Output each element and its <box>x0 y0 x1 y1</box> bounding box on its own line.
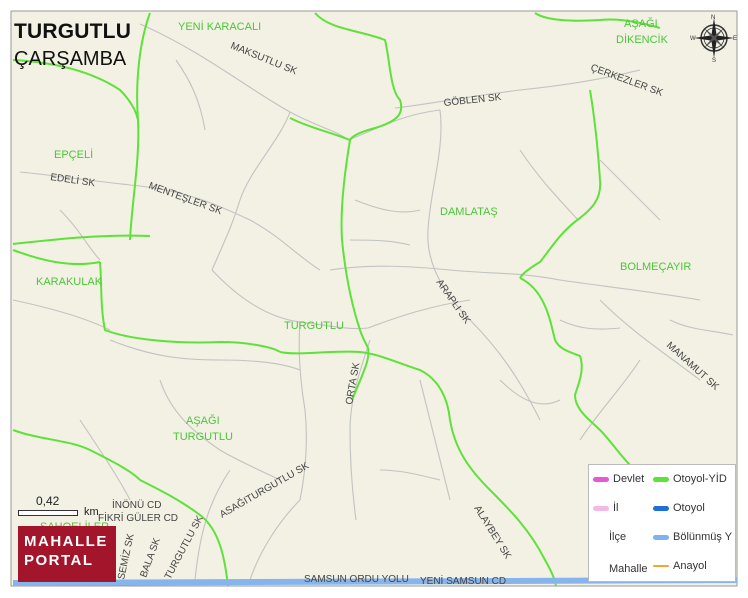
scale-unit: km <box>84 506 99 518</box>
compass-e: E <box>733 36 737 42</box>
map-legend: Devlet Otoyol-YİD İl Otoyol İlçe Bölünmü… <box>588 464 736 582</box>
neighborhood-label: DAMLATAŞ <box>440 206 498 218</box>
page-subtitle: ÇARŞAMBA <box>14 48 127 70</box>
legend-item-mahalle: Mahalle <box>609 563 648 575</box>
legend-label: Otoyol-YİD <box>673 473 727 485</box>
mahalle-portal-logo[interactable]: MAHALLE PORTAL <box>18 526 116 582</box>
neighborhood-label: YENİ KARACALI <box>178 20 261 33</box>
scale-bar: 0,42 km <box>18 494 118 524</box>
legend-item-anayol: Anayol <box>653 560 707 572</box>
compass-w: W <box>690 36 696 42</box>
legend-label: Otoyol <box>673 502 705 514</box>
legend-item-bolunmus-yol: Bölünmüş Y <box>653 531 732 543</box>
compass-n: N <box>711 15 715 21</box>
neighborhood-label: AŞAĞI <box>624 17 658 30</box>
legend-swatch <box>593 505 609 511</box>
logo-line-1: MAHALLE <box>24 533 108 550</box>
legend-label: Bölünmüş Y <box>673 531 733 543</box>
legend-swatch <box>653 534 669 540</box>
legend-swatch <box>593 476 609 482</box>
legend-label: Anayol <box>673 560 707 572</box>
legend-item-devlet: Devlet <box>593 473 644 485</box>
legend-item-ilce: İlçe <box>609 531 626 543</box>
page-title: TURGUTLU <box>14 20 132 43</box>
legend-label: Devlet <box>613 473 645 485</box>
street-label: İNÖNÜ CD <box>112 498 161 511</box>
street-label: SAMSUN ORDU YOLU <box>304 574 409 585</box>
scale-bar-graphic <box>18 510 78 516</box>
legend-label: İlçe <box>609 531 627 543</box>
compass-rose-icon: N E S W <box>690 15 737 62</box>
legend-item-otoyol-yid: Otoyol-YİD <box>653 473 727 485</box>
scale-value: 0,42 <box>36 494 60 508</box>
legend-swatch <box>653 476 669 482</box>
logo-line-2: PORTAL <box>24 552 94 569</box>
neighborhood-label: AŞAĞI <box>186 414 220 427</box>
legend-label: İl <box>613 502 619 514</box>
legend-item-otoyol: Otoyol <box>653 502 705 514</box>
neighborhood-label: DİKENCİK <box>616 33 669 46</box>
neighborhood-label: KARAKULAK <box>36 276 103 288</box>
legend-swatch <box>653 505 669 511</box>
neighborhood-label: TURGUTLU <box>284 320 344 332</box>
legend-swatch <box>653 565 669 567</box>
compass-s: S <box>712 58 716 62</box>
neighborhood-label: BOLMEÇAYIR <box>620 261 691 273</box>
legend-label: Mahalle <box>609 563 648 575</box>
neighborhood-label: TURGUTLU <box>173 431 233 443</box>
street-label: YENİ SAMSUN CD <box>420 574 506 587</box>
neighborhood-label: EPÇELİ <box>54 148 93 161</box>
legend-item-il: İl <box>593 502 619 514</box>
